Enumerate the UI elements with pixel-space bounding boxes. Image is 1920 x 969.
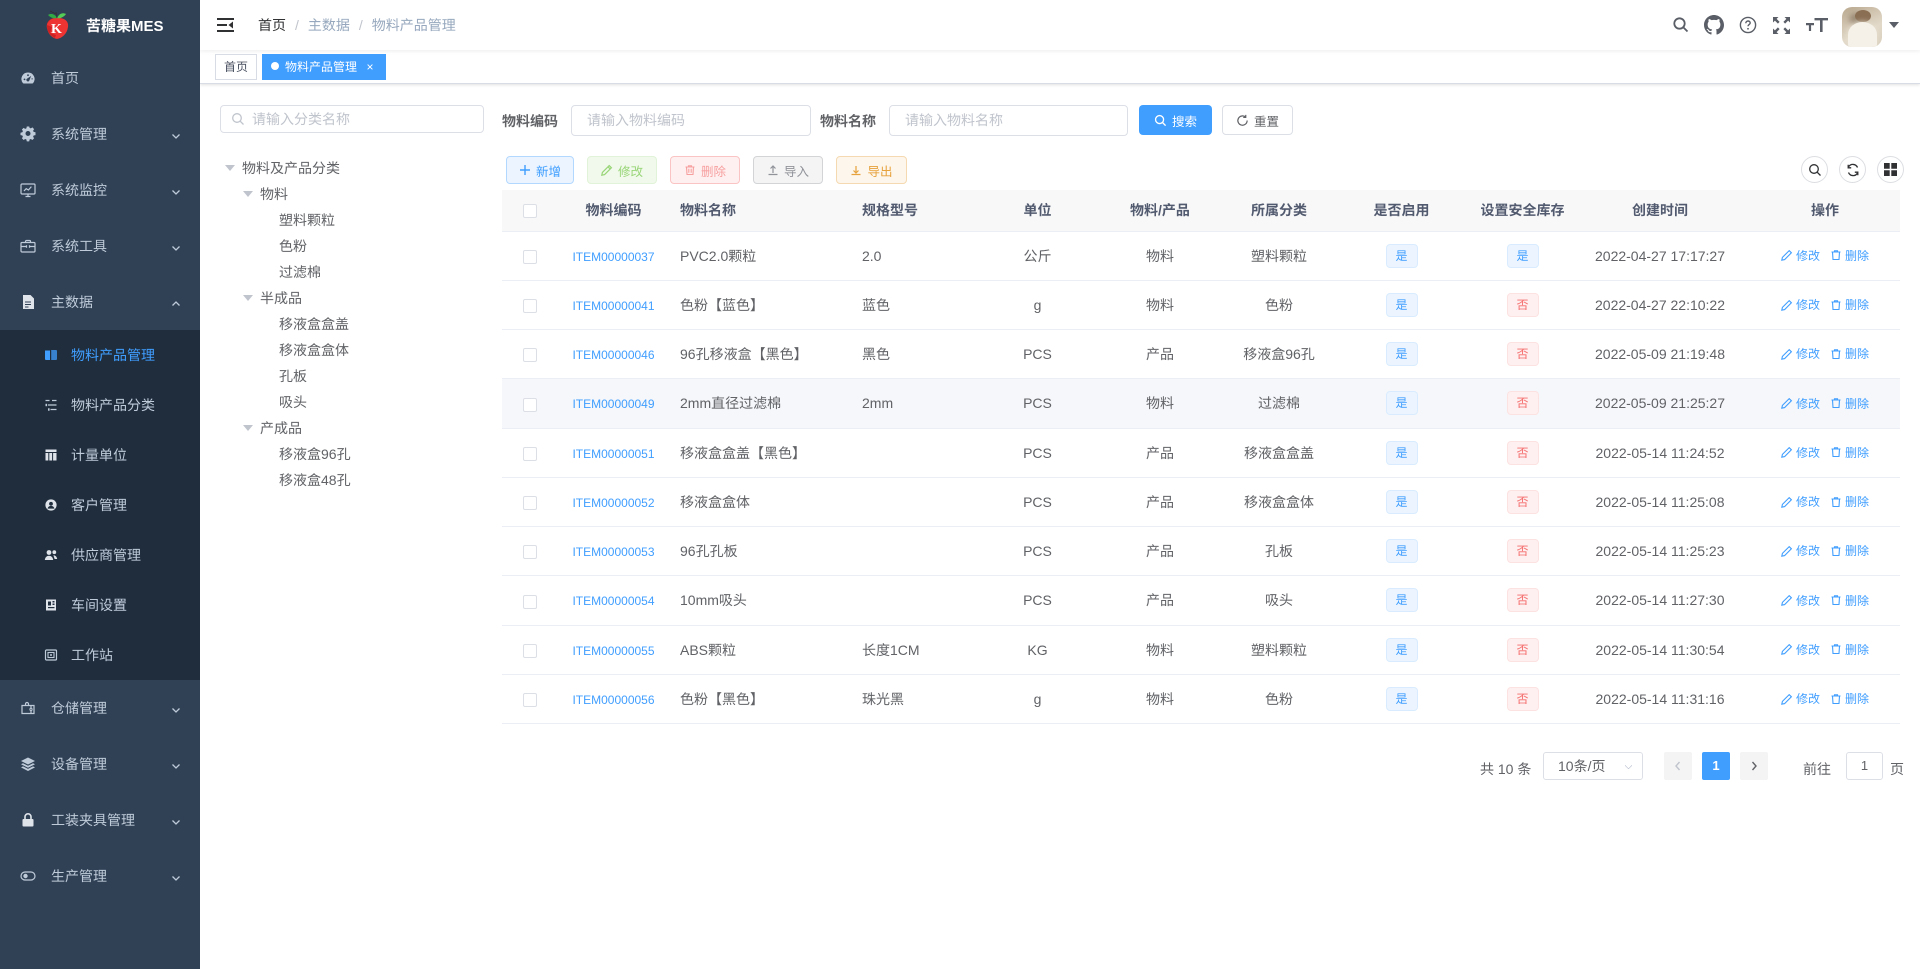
svg-text:K: K (51, 22, 62, 37)
